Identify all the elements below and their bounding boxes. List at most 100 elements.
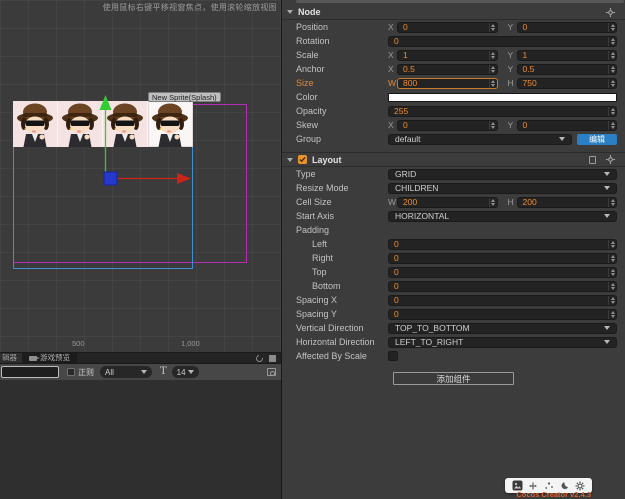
sprite-character[interactable] bbox=[103, 101, 148, 147]
refresh-icon[interactable] bbox=[255, 353, 265, 363]
stepper-control[interactable] bbox=[608, 65, 616, 74]
stepper-control[interactable] bbox=[608, 79, 616, 88]
pan-tool-icon[interactable] bbox=[528, 481, 538, 491]
group-dropdown[interactable]: default bbox=[388, 134, 572, 145]
stepper-control[interactable] bbox=[489, 23, 497, 32]
stepper-control[interactable] bbox=[608, 254, 616, 263]
padding-left-field[interactable]: 0 bbox=[388, 239, 617, 250]
stepper-control[interactable] bbox=[489, 65, 497, 74]
node-section-title: Node bbox=[298, 7, 321, 17]
group-label: Group bbox=[296, 134, 388, 144]
stepper-control[interactable] bbox=[608, 37, 616, 46]
stepper-control[interactable] bbox=[608, 51, 616, 60]
y-prefix: Y bbox=[508, 64, 517, 74]
stepper-control[interactable] bbox=[608, 121, 616, 130]
padding-top-value: 0 bbox=[389, 268, 608, 277]
resize-mode-dropdown[interactable]: CHILDREN bbox=[388, 183, 617, 194]
x-prefix: X bbox=[388, 22, 397, 32]
tab-game-preview-label: 游戏预览 bbox=[40, 353, 70, 363]
stepper-control[interactable] bbox=[608, 23, 616, 32]
layout-section-title: Layout bbox=[312, 155, 342, 165]
type-dropdown[interactable]: GRID bbox=[388, 169, 617, 180]
gear-icon[interactable] bbox=[575, 481, 585, 491]
sprite-character[interactable] bbox=[13, 101, 58, 147]
stepper-control[interactable] bbox=[608, 310, 616, 319]
padding-right-label: Right bbox=[312, 253, 388, 263]
edit-group-button[interactable]: 编辑 bbox=[577, 134, 617, 145]
console-search-input[interactable] bbox=[1, 366, 59, 378]
scale-y-field[interactable]: 1 bbox=[517, 50, 618, 61]
stepper-control[interactable] bbox=[608, 268, 616, 277]
moon-icon[interactable] bbox=[560, 481, 570, 491]
font-size-icon: T bbox=[160, 367, 167, 377]
collapse-arrow-icon[interactable] bbox=[287, 10, 293, 14]
stepper-control[interactable] bbox=[489, 79, 497, 88]
padding-top-field[interactable]: 0 bbox=[388, 267, 617, 278]
sprite-character-selected[interactable] bbox=[148, 101, 193, 147]
cell-size-h-field[interactable]: 200 bbox=[517, 197, 618, 208]
tab-editor-partial[interactable]: 辑器 bbox=[0, 353, 22, 363]
layout-section-header[interactable]: Layout bbox=[282, 152, 625, 167]
opacity-value: 255 bbox=[389, 107, 608, 116]
rotation-field[interactable]: 0 bbox=[388, 36, 617, 47]
tab-game-preview[interactable]: 游戏预览 bbox=[22, 353, 77, 363]
position-y-field[interactable]: 0 bbox=[517, 22, 618, 33]
inspector-scrollbar-track[interactable] bbox=[296, 0, 624, 3]
console-log-area[interactable] bbox=[0, 380, 281, 499]
skew-y-field[interactable]: 0 bbox=[517, 120, 618, 131]
stepper-control[interactable] bbox=[608, 296, 616, 305]
horizontal-direction-dropdown[interactable]: LEFT_TO_RIGHT bbox=[388, 337, 617, 348]
color-swatch[interactable] bbox=[388, 93, 617, 102]
capture-icon[interactable] bbox=[267, 368, 276, 376]
stepper-control[interactable] bbox=[608, 282, 616, 291]
padding-right-value: 0 bbox=[389, 254, 608, 263]
spacing-y-value: 0 bbox=[389, 310, 608, 319]
panel-menu-icon[interactable] bbox=[269, 355, 276, 362]
size-w-field[interactable]: 800 bbox=[397, 78, 498, 89]
log-filter-dropdown[interactable]: All bbox=[100, 366, 152, 378]
spacing-y-field[interactable]: 0 bbox=[388, 309, 617, 320]
sprite-row[interactable] bbox=[13, 101, 193, 147]
anchor-y-field[interactable]: 0.5 bbox=[517, 64, 618, 75]
row-skew: Skew X 0 Y 0 bbox=[282, 118, 625, 132]
sparkle-icon[interactable] bbox=[544, 481, 554, 491]
regex-checkbox[interactable] bbox=[67, 368, 75, 376]
font-size-dropdown[interactable]: 14 bbox=[172, 366, 199, 378]
vertical-direction-dropdown[interactable]: TOP_TO_BOTTOM bbox=[388, 323, 617, 334]
layout-enabled-checkbox[interactable] bbox=[298, 155, 307, 164]
position-x-value: 0 bbox=[398, 23, 489, 32]
position-x-field[interactable]: 0 bbox=[397, 22, 498, 33]
gear-icon[interactable] bbox=[606, 8, 615, 17]
stepper-control[interactable] bbox=[489, 51, 497, 60]
cell-size-w-field[interactable]: 200 bbox=[397, 197, 498, 208]
y-prefix: Y bbox=[508, 120, 517, 130]
sprite-character[interactable] bbox=[58, 101, 103, 147]
chevron-down-icon bbox=[604, 340, 610, 344]
size-h-field[interactable]: 750 bbox=[517, 78, 618, 89]
stepper-control[interactable] bbox=[489, 121, 497, 130]
spacing-x-field[interactable]: 0 bbox=[388, 295, 617, 306]
padding-bottom-field[interactable]: 0 bbox=[388, 281, 617, 292]
stepper-control[interactable] bbox=[608, 240, 616, 249]
chevron-down-icon bbox=[604, 172, 610, 176]
gear-icon[interactable] bbox=[606, 155, 615, 164]
node-section-header[interactable]: Node bbox=[282, 5, 625, 20]
row-scale: Scale X 1 Y 1 bbox=[282, 48, 625, 62]
padding-right-field[interactable]: 0 bbox=[388, 253, 617, 264]
size-h-value: 750 bbox=[518, 79, 609, 88]
opacity-field[interactable]: 255 bbox=[388, 106, 617, 117]
scale-x-field[interactable]: 1 bbox=[397, 50, 498, 61]
skew-x-field[interactable]: 0 bbox=[397, 120, 498, 131]
stepper-control[interactable] bbox=[489, 198, 497, 207]
padding-top-label: Top bbox=[312, 267, 388, 277]
add-component-button[interactable]: 添加组件 bbox=[393, 372, 514, 385]
stepper-control[interactable] bbox=[608, 198, 616, 207]
scene-view[interactable]: 使用鼠标右键平移视窗焦点，使用滚轮缩放视图 bbox=[0, 0, 281, 352]
anchor-x-field[interactable]: 0.5 bbox=[397, 64, 498, 75]
start-axis-dropdown[interactable]: HORIZONTAL bbox=[388, 211, 617, 222]
collapse-arrow-icon[interactable] bbox=[287, 158, 293, 162]
affected-by-scale-checkbox[interactable] bbox=[388, 351, 398, 361]
help-doc-icon[interactable] bbox=[589, 156, 596, 164]
stepper-control[interactable] bbox=[608, 107, 616, 116]
type-value: GRID bbox=[395, 170, 604, 179]
